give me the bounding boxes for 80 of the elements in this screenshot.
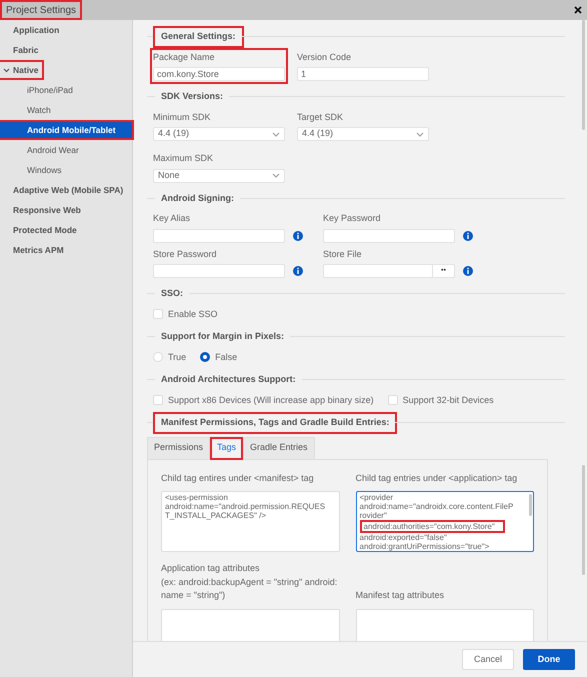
sidebar-item[interactable]: Native <box>0 62 42 78</box>
chevron-icon <box>272 132 280 136</box>
dialog-button[interactable]: Done <box>523 649 575 670</box>
sidebar-item[interactable]: Watch <box>0 102 55 118</box>
info-icon[interactable] <box>293 230 303 240</box>
info-icon[interactable] <box>463 230 473 240</box>
chevron-icon <box>416 132 424 136</box>
field-label: Maximum SDK <box>153 152 214 165</box>
tab[interactable]: Permissions <box>147 436 210 460</box>
field-label: Store Password <box>153 248 218 260</box>
chevron-icon <box>272 173 280 178</box>
sidebar-item[interactable]: Windows <box>0 162 66 178</box>
section-heading: SSO: <box>160 287 184 300</box>
sidebar-item[interactable]: Adaptive Web (Mobile SPA) <box>0 182 126 198</box>
code-line: T_INSTALL_PACKAGES" /> <box>165 511 266 520</box>
option-label: Enable SSO <box>168 308 218 320</box>
field-label: Child tag entries under <application> tag <box>356 472 518 485</box>
info-icon[interactable] <box>293 266 303 276</box>
sidebar-item[interactable]: Android Mobile/Tablet <box>0 122 132 138</box>
section-heading: Android Architectures Support: <box>160 373 297 386</box>
input-field[interactable] <box>153 228 285 242</box>
field-label: Minimum SDK <box>153 110 212 124</box>
section-heading: General Settings: <box>155 28 242 46</box>
field-label: Target SDK <box>297 110 344 124</box>
option-label: True <box>168 350 186 364</box>
scrollbar-thumb[interactable] <box>582 465 585 575</box>
input-field[interactable] <box>323 228 455 242</box>
checkbox[interactable] <box>153 395 163 406</box>
checkbox[interactable] <box>153 309 163 320</box>
dropdown-value: 4.4 (19) <box>302 127 334 140</box>
field-label: Application tag attributes (ex: android:backupAgent = "string" android: name = "string") <box>161 562 338 602</box>
code-line: rovider" <box>360 511 387 520</box>
sidebar-item[interactable]: iPhone/iPad <box>0 82 77 98</box>
sidebar-item[interactable]: Android Wear <box>0 142 83 158</box>
window-title: Project Settings <box>0 0 82 20</box>
code-line: android:name="androidx.core.content.FileP <box>360 502 514 511</box>
field-label: Manifest tag attributes <box>356 589 446 602</box>
field-label: Child tag entires under <manifest> tag <box>161 472 315 485</box>
dialog-button[interactable]: Cancel <box>462 649 514 670</box>
sidebar-item[interactable]: Application <box>0 22 62 38</box>
dropdown[interactable]: 4.4 (19) <box>297 127 429 141</box>
tab[interactable]: Tags <box>210 436 244 460</box>
sidebar-item[interactable]: Protected Mode <box>0 222 80 238</box>
tab[interactable]: Gradle Entries <box>243 436 315 460</box>
checkbox[interactable] <box>388 395 398 406</box>
field-label: Store File <box>323 248 363 260</box>
field-label: Package Name <box>153 50 216 64</box>
option-label: False <box>215 350 238 364</box>
code-line: android:name="android.permission.REQUES <box>165 502 326 511</box>
scrollbar-thumb[interactable] <box>582 20 585 130</box>
close-icon[interactable] <box>574 6 582 14</box>
option-label: Support 32-bit Devices <box>402 394 494 407</box>
sidebar-item[interactable]: Metrics APM <box>0 242 67 258</box>
text-area[interactable]: <provider android:name="androidx.core.content.FileP rovider" android:authorities="com.kony.Store" android:exported="false" android:grantUriPermissions="true"> <box>356 491 534 552</box>
code-line: android:exported="false" <box>360 533 447 542</box>
chevron-icon <box>3 66 10 74</box>
dropdown[interactable]: None <box>153 168 285 182</box>
dropdown[interactable]: 4.4 (19) <box>153 127 285 141</box>
dropdown-value: 4.4 (19) <box>158 127 190 140</box>
info-icon[interactable] <box>463 266 473 276</box>
section-heading: SDK Versions: <box>160 90 224 103</box>
sidebar-item[interactable]: Fabric <box>0 42 42 58</box>
code-line: <provider <box>360 493 394 502</box>
input-field[interactable]: 1 <box>297 67 429 81</box>
scrollbar-thumb[interactable] <box>529 494 532 516</box>
code-line: <uses-permission <box>165 493 228 502</box>
input-field[interactable]: com.kony.Store <box>153 67 285 81</box>
radio-button[interactable] <box>200 352 210 362</box>
section-heading: Support for Margin in Pixels: <box>160 330 286 343</box>
section-heading: Manifest Permissions, Tags and Gradle Build Entries: <box>155 414 396 432</box>
text-area[interactable]: <uses-permission android:name="android.permission.REQUES T_INSTALL_PACKAGES" /> <box>161 491 340 552</box>
sidebar-item[interactable]: Responsive Web <box>0 202 84 218</box>
option-label: Support x86 Devices (Will increase app binary size) <box>168 394 374 407</box>
dropdown-value: None <box>158 168 180 182</box>
field-label: Key Alias <box>153 212 192 225</box>
section-heading: Android Signing: <box>160 192 235 205</box>
field-label: Key Password <box>323 212 382 225</box>
field-label: Version Code <box>297 50 352 64</box>
input-field[interactable] <box>153 264 285 278</box>
code-line: android:grantUriPermissions="true"> <box>360 542 490 551</box>
